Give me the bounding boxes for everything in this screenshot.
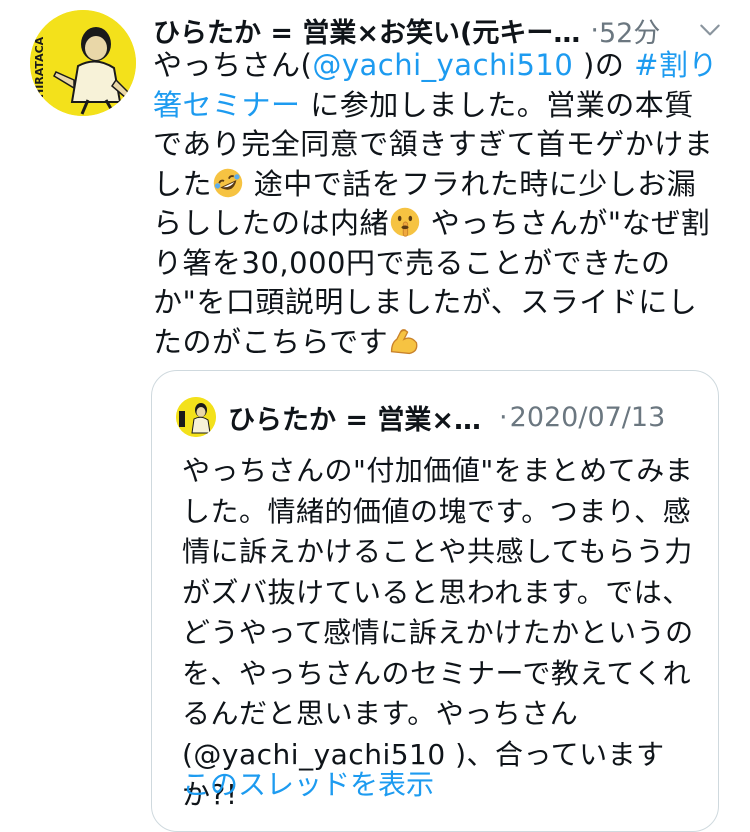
tweet-text-part: やっちさん( <box>153 48 313 82</box>
quoted-tweet-date[interactable]: 2020/07/13 <box>510 402 666 433</box>
tweet-timestamp[interactable]: 52分 <box>599 11 660 50</box>
avatar-text: HIRATACA <box>33 36 46 98</box>
quoted-author-avatar <box>176 397 216 437</box>
rofl-emoji-icon <box>213 168 243 197</box>
flexed-biceps-emoji-icon <box>391 328 418 354</box>
quoted-tweet-text: やっちさんの"付加価値"をまとめてみました。情緒的価値の塊です。つまり、感情に訴… <box>182 454 694 811</box>
show-thread-link[interactable]: このスレッドを表示 <box>182 763 434 803</box>
separator-dot: · <box>499 401 508 433</box>
chevron-down-icon[interactable] <box>697 17 723 43</box>
shushing-face-emoji-icon <box>390 207 420 237</box>
avatar-illustration: HIRATACA <box>30 10 136 116</box>
tweet-text: やっちさん(@yachi_yachi510 )の #割り箸セミナー に参加しまし… <box>153 46 723 362</box>
author-avatar[interactable]: HIRATACA <box>30 10 136 116</box>
tweet-text-part: )の <box>573 48 635 82</box>
mention-link[interactable]: @yachi_yachi510 <box>312 48 573 82</box>
avatar-illustration <box>176 397 216 437</box>
author-name[interactable]: ひらたか = 営業×お笑い(元キー… <box>153 11 580 50</box>
quoted-tweet-header: ひらたか = 営業×… · 2020/07/13 <box>176 395 696 439</box>
quoted-author-name[interactable]: ひらたか = 営業×… <box>228 398 481 437</box>
quoted-tweet-card[interactable]: ひらたか = 営業×… · 2020/07/13 やっちさんの"付加価値"をまと… <box>151 370 719 832</box>
separator-dot: · <box>590 14 599 46</box>
